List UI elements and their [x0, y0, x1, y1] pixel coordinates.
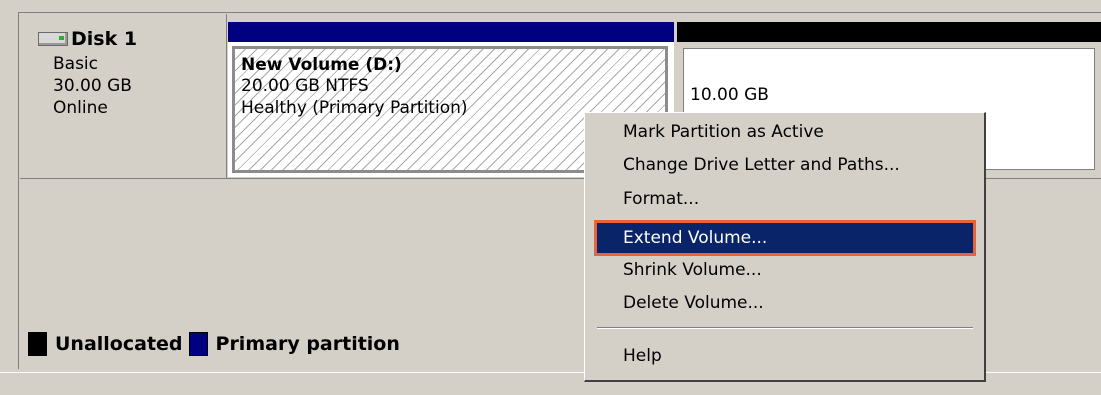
disk-type: Basic [53, 54, 99, 74]
menu-separator [597, 327, 973, 329]
legend: Unallocated Primary partition [28, 332, 400, 356]
context-menu: Mark Partition as Active Change Drive Le… [584, 112, 986, 382]
disk-size: 30.00 GB [53, 76, 132, 96]
disk-title: Disk 1 [38, 28, 137, 50]
disk-status: Online [53, 98, 108, 118]
legend-swatch-unallocated [28, 332, 47, 356]
menu-item-extend-volume[interactable]: Extend Volume... [594, 220, 976, 256]
legend-label-primary: Primary partition [215, 333, 400, 355]
menu-item-change-drive-letter[interactable]: Change Drive Letter and Paths... [597, 150, 973, 180]
partition-bar-primary [228, 22, 674, 42]
legend-label-unallocated: Unallocated [55, 333, 183, 355]
menu-item-shrink-volume[interactable]: Shrink Volume... [597, 255, 973, 285]
unallocated-size: 10.00 GB [690, 85, 769, 105]
menu-item-format[interactable]: Format... [597, 184, 973, 214]
menu-item-delete-volume[interactable]: Delete Volume... [597, 288, 973, 318]
partition-status: Healthy (Primary Partition) [241, 98, 468, 118]
legend-swatch-primary [188, 332, 208, 356]
partition-name: New Volume (D:) [241, 55, 402, 75]
hard-disk-icon [38, 32, 68, 46]
partition-detail: 20.00 GB NTFS [241, 76, 369, 96]
menu-item-help[interactable]: Help [597, 341, 973, 371]
disk-info-panel[interactable]: Disk 1 Basic 30.00 GB Online [20, 14, 227, 178]
disk-name: Disk 1 [71, 28, 138, 50]
partition-bar-unallocated [677, 22, 1101, 42]
menu-item-mark-active[interactable]: Mark Partition as Active [597, 117, 973, 147]
